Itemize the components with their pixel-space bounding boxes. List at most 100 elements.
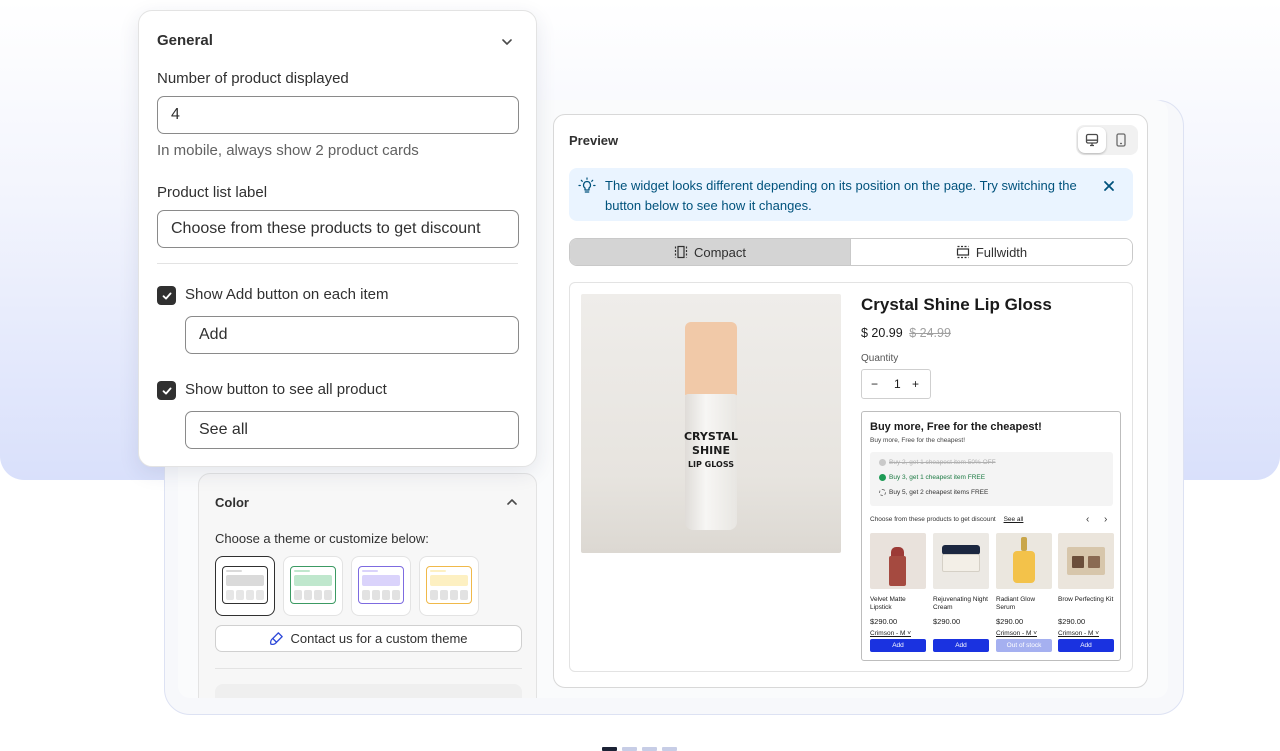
plus-icon[interactable]: + (912, 377, 919, 391)
old-price: $ 24.99 (909, 326, 951, 340)
variant-select[interactable] (933, 630, 989, 639)
night-cream-image (933, 533, 989, 589)
bundle-item: Velvet Matte Lipstick $290.00 Crimson - … (870, 533, 926, 652)
chevron-left-icon[interactable]: ‹ (1086, 514, 1089, 525)
bundle-item: Brow Perfecting Kit $290.00 Crimson - M … (1058, 533, 1114, 652)
theme-option-yellow[interactable] (419, 556, 479, 616)
item-name: Radiant Glow Serum (996, 596, 1036, 611)
bundle-title: Buy more, Free for the cheapest! (870, 421, 1042, 433)
pagination-dot-active[interactable] (602, 747, 617, 751)
quantity-stepper: − 1 + (861, 369, 931, 399)
num-products-label: Number of product displayed (157, 70, 349, 87)
device-toggle (1076, 125, 1138, 155)
color-card: Color Choose a theme or customize below: (198, 473, 537, 698)
minus-icon[interactable]: − (871, 377, 878, 391)
tier-item[interactable]: Buy 3, get 1 cheapest item FREE (879, 474, 985, 481)
brow-kit-image (1058, 533, 1114, 589)
check-circle-icon (879, 474, 886, 481)
pagination-dot[interactable] (642, 747, 657, 751)
num-products-input[interactable]: 4 (157, 96, 519, 134)
show-all-label: Show button to see all product (185, 381, 387, 398)
tier-disabled-icon (879, 459, 886, 466)
tier-item[interactable]: Buy 5, get 2 cheapest items FREE (879, 489, 988, 496)
bottle-label: CRYSTAL SHINE LIP GLOSS (683, 430, 738, 469)
item-price: $290.00 (996, 617, 1024, 626)
desktop-view-button[interactable] (1078, 127, 1106, 153)
general-settings-panel: General Number of product displayed 4 In… (138, 10, 537, 467)
add-button-text-input[interactable]: Add (185, 316, 519, 354)
out-of-stock-button: Out of stock (996, 639, 1052, 652)
see-all-link[interactable]: See all (1004, 516, 1024, 523)
lightbulb-icon (578, 177, 596, 193)
bundle-list-header: Choose from these products to get discou… (870, 514, 1113, 525)
next-section-stub (215, 684, 522, 698)
item-price: $290.00 (1058, 617, 1086, 626)
serum-image (996, 533, 1052, 589)
product-list-label: Product list label (157, 184, 268, 201)
bundle-subtitle: Buy more, Free for the cheapest! (870, 437, 966, 444)
bundle-item: Radiant Glow Serum $290.00 Crimson - M ˅… (996, 533, 1052, 652)
bundle-items: Velvet Matte Lipstick $290.00 Crimson - … (870, 533, 1115, 658)
theme-option-gray[interactable] (215, 556, 275, 616)
color-title: Color (215, 495, 249, 510)
fullwidth-layout-icon (956, 245, 969, 259)
chevron-down-icon[interactable] (497, 32, 517, 52)
item-price: $290.00 (933, 617, 961, 626)
quantity-value: 1 (894, 377, 901, 391)
check-icon (162, 292, 171, 299)
paint-brush-icon (270, 632, 284, 646)
check-icon (162, 387, 171, 394)
add-button[interactable]: Add (1058, 639, 1114, 652)
chevron-up-icon[interactable] (502, 492, 522, 512)
show-all-checkbox[interactable] (157, 381, 176, 400)
chevron-right-icon[interactable]: › (1104, 514, 1107, 525)
close-icon[interactable] (1100, 177, 1118, 195)
product-page-preview: CRYSTAL SHINE LIP GLOSS Crystal Shine Li… (569, 282, 1133, 672)
bottle-cap (685, 322, 737, 396)
see-all-text-input[interactable]: See all (185, 411, 519, 449)
add-button[interactable]: Add (870, 639, 926, 652)
quantity-label: Quantity (861, 353, 899, 364)
show-add-checkbox[interactable] (157, 286, 176, 305)
item-name: Brow Perfecting Kit (1058, 596, 1114, 603)
add-button[interactable]: Add (933, 639, 989, 652)
tab-fullwidth[interactable]: Fullwidth (850, 239, 1132, 265)
theme-option-green[interactable] (283, 556, 343, 616)
variant-select[interactable]: Crimson - M ˅ (870, 630, 926, 639)
product-list-label-input[interactable]: Choose from these products to get discou… (157, 210, 519, 248)
bundle-item: Rejuvenating Night Cream $290.00 Add (933, 533, 989, 652)
product-price: $ 20.99 $ 24.99 (861, 326, 951, 340)
settings-column: Color Choose a theme or customize below: (198, 470, 538, 698)
tab-compact[interactable]: Compact (570, 239, 850, 265)
tier-item[interactable]: Buy 2, get 1 cheapest item 50% OFF (879, 459, 996, 466)
current-price: $ 20.99 (861, 326, 903, 340)
desktop-icon (1085, 133, 1099, 147)
item-name: Rejuvenating Night Cream (933, 596, 988, 611)
num-products-help: In mobile, always show 2 product cards (157, 142, 419, 159)
tab-fullwidth-label: Fullwidth (975, 244, 1028, 260)
tier-list: Buy 2, get 1 cheapest item 50% OFF Buy 3… (870, 452, 1113, 506)
compact-layout-icon (674, 245, 688, 259)
divider (157, 263, 518, 264)
tab-compact-label: Compact (693, 244, 747, 260)
divider (215, 668, 522, 669)
pagination-dot[interactable] (662, 747, 677, 751)
pagination-dot[interactable] (622, 747, 637, 751)
layout-toggle: Compact Fullwidth (569, 238, 1133, 266)
general-title: General (157, 32, 213, 49)
variant-select[interactable]: Crimson - M ˅ (996, 630, 1052, 639)
info-banner-text: The widget looks different depending on … (605, 178, 1077, 213)
theme-option-purple[interactable] (351, 556, 411, 616)
item-price: $290.00 (870, 617, 898, 626)
color-subtitle: Choose a theme or customize below: (215, 531, 429, 546)
contact-custom-theme-button[interactable]: Contact us for a custom theme (215, 625, 522, 652)
info-banner: The widget looks different depending on … (569, 168, 1133, 221)
contact-button-label: Contact us for a custom theme (290, 631, 468, 646)
preview-title: Preview (569, 133, 619, 148)
variant-select[interactable]: Crimson - M ˅ (1058, 630, 1114, 639)
lipstick-image (870, 533, 926, 589)
bundle-widget: Buy more, Free for the cheapest! Buy mor… (861, 411, 1121, 661)
preview-panel: Preview The widget looks different depen… (553, 114, 1148, 688)
item-name: Velvet Matte Lipstick (870, 596, 906, 611)
mobile-view-button[interactable] (1107, 127, 1135, 153)
